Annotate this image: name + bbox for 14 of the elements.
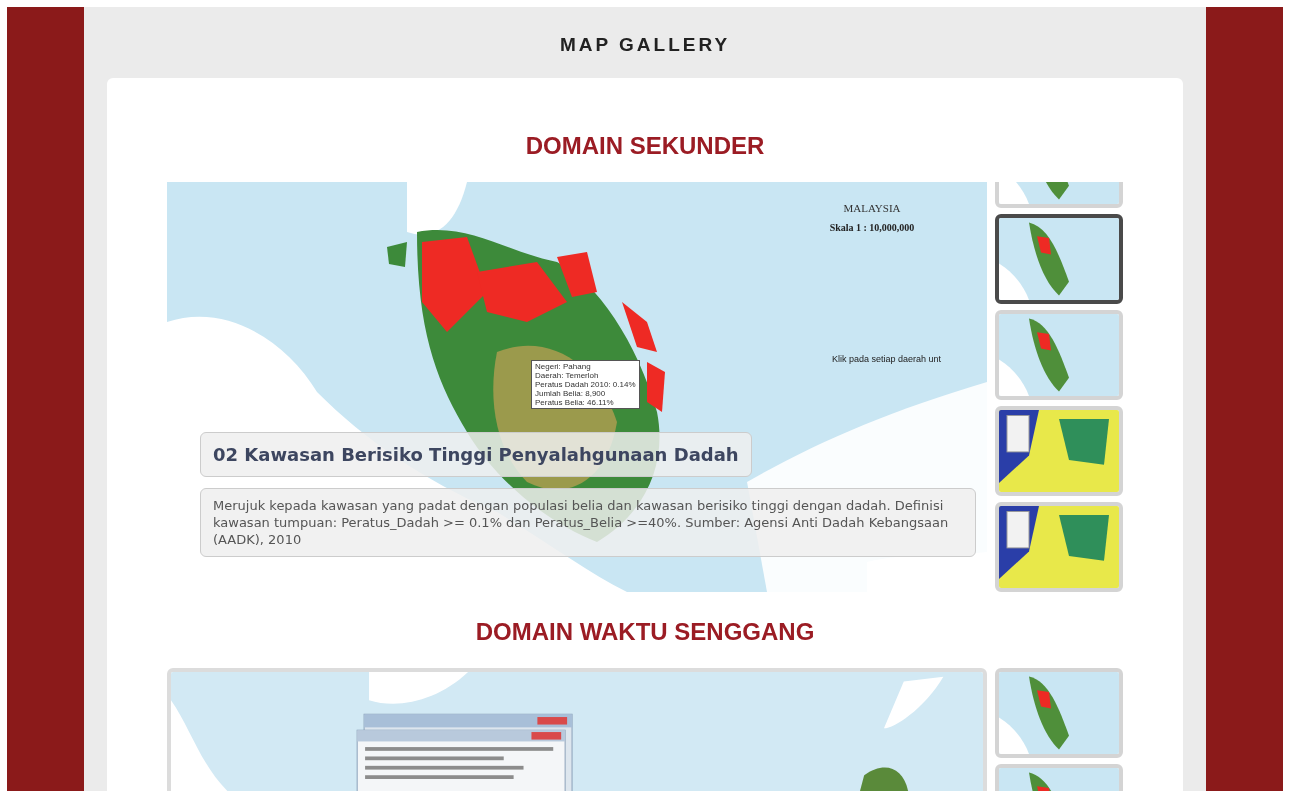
section-heading: DOMAIN WAKTU SENGGANG [475,616,815,647]
tooltip-line: Peratus Dadah 2010: 0.14% [535,379,636,389]
page-title: MAP GALLERY [559,33,731,57]
tooltip-line: Daerah: Temerloh [535,370,600,380]
map-scale-label: Skala 1 : 10,000,000 [829,221,915,235]
caption-title: 02 Kawasan Berisiko Tinggi Penyalahgunaan Dadah [213,443,739,465]
map-thumbnail[interactable] [995,213,1123,304]
tooltip-line: Jumlah Belia: 8,900 [535,388,607,398]
tooltip-line: Negeri: Pahang [535,361,591,371]
caption-text: Merujuk kepada kawasan yang padat dengan populasi belia dan kawasan berisiko tinggi dengan dadah. Definisi kawasan tumpuan: Peratus_Dadah >= 0.1% dan Peratus_Belia >=40%. Sumber: Agensi Anti Dadah Kebangsaan (AADK), 2010 [213,496,950,548]
section-heading: DOMAIN SEKUNDER [525,130,765,161]
map-country-label: MALAYSIA [843,200,901,216]
tooltip-line: Peratus Belia: 46.11% [535,397,615,407]
map-hint-text: Klik pada setiap daerah unt [832,352,942,366]
